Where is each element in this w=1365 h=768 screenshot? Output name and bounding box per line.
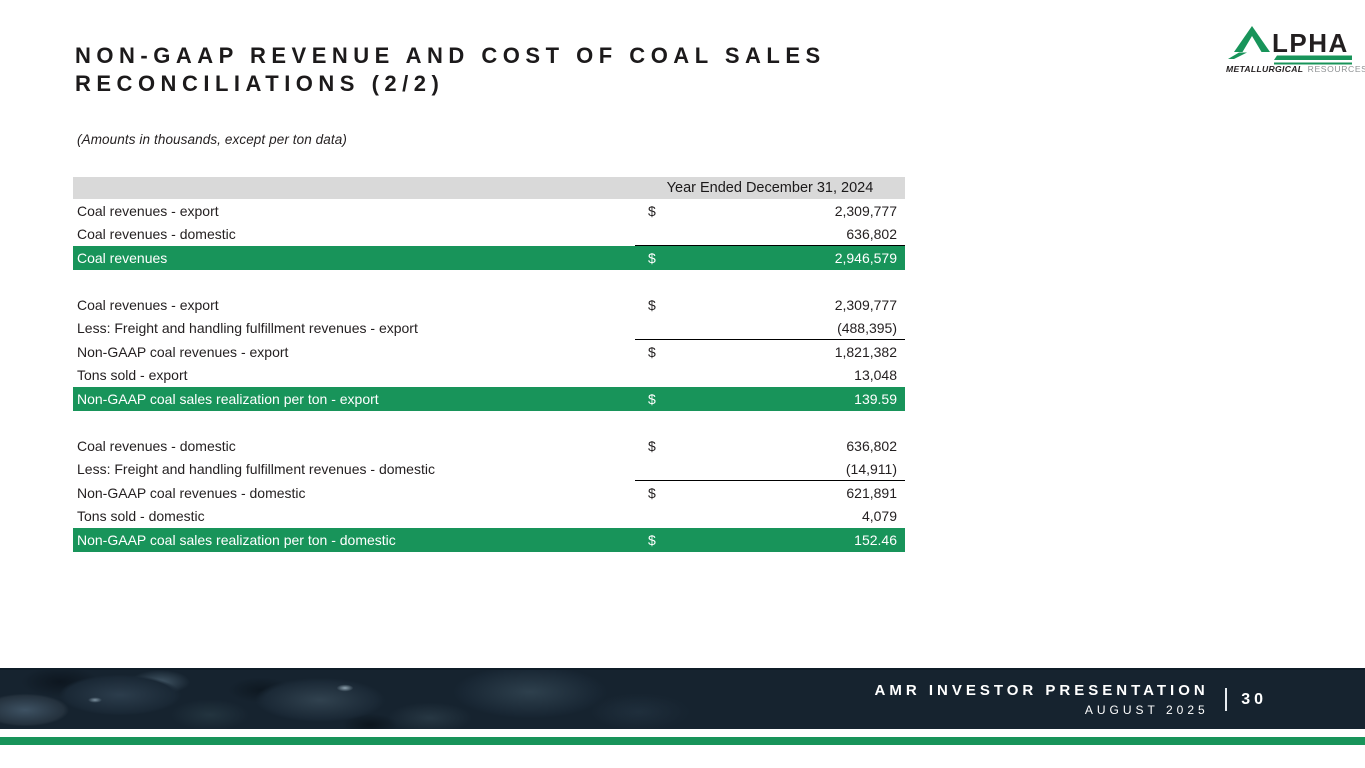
row-value: 139.59 xyxy=(854,392,897,406)
footer-text-block: AMR INVESTOR PRESENTATION AUGUST 2025 xyxy=(875,682,1209,717)
row-value: 621,891 xyxy=(846,486,897,500)
row-value-cell: $621,891 xyxy=(635,481,905,505)
table-row: Coal revenues - export$2,309,777 xyxy=(73,293,905,317)
row-label: Non-GAAP coal revenues - domestic xyxy=(73,486,635,500)
presentation-title: AMR INVESTOR PRESENTATION xyxy=(875,682,1209,699)
dollar-sign: $ xyxy=(648,345,656,359)
dollar-sign: $ xyxy=(648,533,656,547)
row-value: 2,946,579 xyxy=(835,251,897,265)
row-label: Less: Freight and handling fulfillment r… xyxy=(73,321,635,335)
row-value-cell: 13,048 xyxy=(635,364,905,388)
units-note: (Amounts in thousands, except per ton da… xyxy=(77,132,347,147)
row-value: (488,395) xyxy=(837,321,897,335)
reconciliation-table: Year Ended December 31, 2024 Coal revenu… xyxy=(73,177,905,552)
row-label: Coal revenues - domestic xyxy=(73,227,635,241)
row-label: Coal revenues - domestic xyxy=(73,439,635,453)
mountain-a-icon xyxy=(1228,26,1270,59)
row-label: Non-GAAP coal revenues - export xyxy=(73,345,635,359)
footer-content: AMR INVESTOR PRESENTATION AUGUST 2025 | … xyxy=(875,670,1267,729)
table-row: Tons sold - domestic 4,079 xyxy=(73,505,905,529)
row-value-cell: $1,821,382 xyxy=(635,340,905,364)
row-value-cell: $2,309,777 xyxy=(635,199,905,223)
table-body: Coal revenues - export$2,309,777Coal rev… xyxy=(73,199,905,552)
dollar-sign: $ xyxy=(648,204,656,218)
row-value-cell: $636,802 xyxy=(635,434,905,458)
row-value: 636,802 xyxy=(846,227,897,241)
row-value-cell: (14,911) xyxy=(635,458,905,482)
table-row: Less: Freight and handling fulfillment r… xyxy=(73,458,905,482)
row-label: Tons sold - export xyxy=(73,368,635,382)
row-label: Coal revenues - export xyxy=(73,204,635,218)
table-header-row: Year Ended December 31, 2024 xyxy=(73,177,905,199)
logo-graphic: LPHA METALLURGICAL RESOURCES xyxy=(1228,26,1352,72)
row-value-cell: $139.59 xyxy=(635,387,905,411)
logo-tagline-light: RESOURCES xyxy=(1308,64,1365,74)
dollar-sign: $ xyxy=(648,486,656,500)
row-value: 2,309,777 xyxy=(835,298,897,312)
accent-bar xyxy=(0,737,1365,745)
row-value-cell: (488,395) xyxy=(635,317,905,341)
table-section-gap xyxy=(73,411,905,435)
row-value-cell: 4,079 xyxy=(635,505,905,529)
table-header-period: Year Ended December 31, 2024 xyxy=(635,180,905,196)
row-value: 2,309,777 xyxy=(835,204,897,218)
row-value: 152.46 xyxy=(854,533,897,547)
page-title: NON-GAAP REVENUE AND COST OF COAL SALES … xyxy=(75,42,826,98)
table-row: Coal revenues - export$2,309,777 xyxy=(73,199,905,223)
row-value: (14,911) xyxy=(846,462,897,476)
row-value-cell: $152.46 xyxy=(635,528,905,552)
row-label: Coal revenues xyxy=(73,251,635,265)
alpha-metallurgical-logo: LPHA METALLURGICAL RESOURCES xyxy=(1228,26,1352,72)
page-title-line2: RECONCILIATIONS (2/2) xyxy=(75,70,826,98)
row-value-cell: 636,802 xyxy=(635,223,905,247)
logo-wordmark: LPHA xyxy=(1272,28,1349,58)
row-value: 636,802 xyxy=(846,439,897,453)
dollar-sign: $ xyxy=(648,298,656,312)
dollar-sign: $ xyxy=(648,251,656,265)
table-section-gap xyxy=(73,270,905,294)
table-row: Non-GAAP coal revenues - export$1,821,38… xyxy=(73,340,905,364)
table-row: Non-GAAP coal revenues - domestic$621,89… xyxy=(73,481,905,505)
table-row: Tons sold - export 13,048 xyxy=(73,364,905,388)
table-row: Non-GAAP coal sales realization per ton … xyxy=(73,387,905,411)
table-row: Less: Freight and handling fulfillment r… xyxy=(73,317,905,341)
slide: NON-GAAP REVENUE AND COST OF COAL SALES … xyxy=(0,0,1365,768)
table-row: Non-GAAP coal sales realization per ton … xyxy=(73,528,905,552)
row-label: Less: Freight and handling fulfillment r… xyxy=(73,462,635,476)
row-value-cell: $2,309,777 xyxy=(635,293,905,317)
row-value: 4,079 xyxy=(862,509,897,523)
row-value: 1,821,382 xyxy=(835,345,897,359)
logo-tagline-bold: METALLURGICAL xyxy=(1226,64,1303,74)
table-row: Coal revenues - domestic 636,802 xyxy=(73,223,905,247)
row-label: Tons sold - domestic xyxy=(73,509,635,523)
row-label: Non-GAAP coal sales realization per ton … xyxy=(73,392,635,406)
table-row: Coal revenues$2,946,579 xyxy=(73,246,905,270)
row-value-cell: $2,946,579 xyxy=(635,246,905,270)
page-number: 30 xyxy=(1241,691,1267,709)
row-label: Non-GAAP coal sales realization per ton … xyxy=(73,533,635,547)
footer-bar: AMR INVESTOR PRESENTATION AUGUST 2025 | … xyxy=(0,668,1365,729)
dollar-sign: $ xyxy=(648,392,656,406)
page-divider: | xyxy=(1223,684,1230,713)
table-row: Coal revenues - domestic$636,802 xyxy=(73,434,905,458)
row-label: Coal revenues - export xyxy=(73,298,635,312)
presentation-date: AUGUST 2025 xyxy=(875,703,1209,717)
logo-tagline: METALLURGICAL RESOURCES xyxy=(1226,64,1365,74)
dollar-sign: $ xyxy=(648,439,656,453)
row-value: 13,048 xyxy=(854,368,897,382)
page-title-line1: NON-GAAP REVENUE AND COST OF COAL SALES xyxy=(75,42,826,70)
